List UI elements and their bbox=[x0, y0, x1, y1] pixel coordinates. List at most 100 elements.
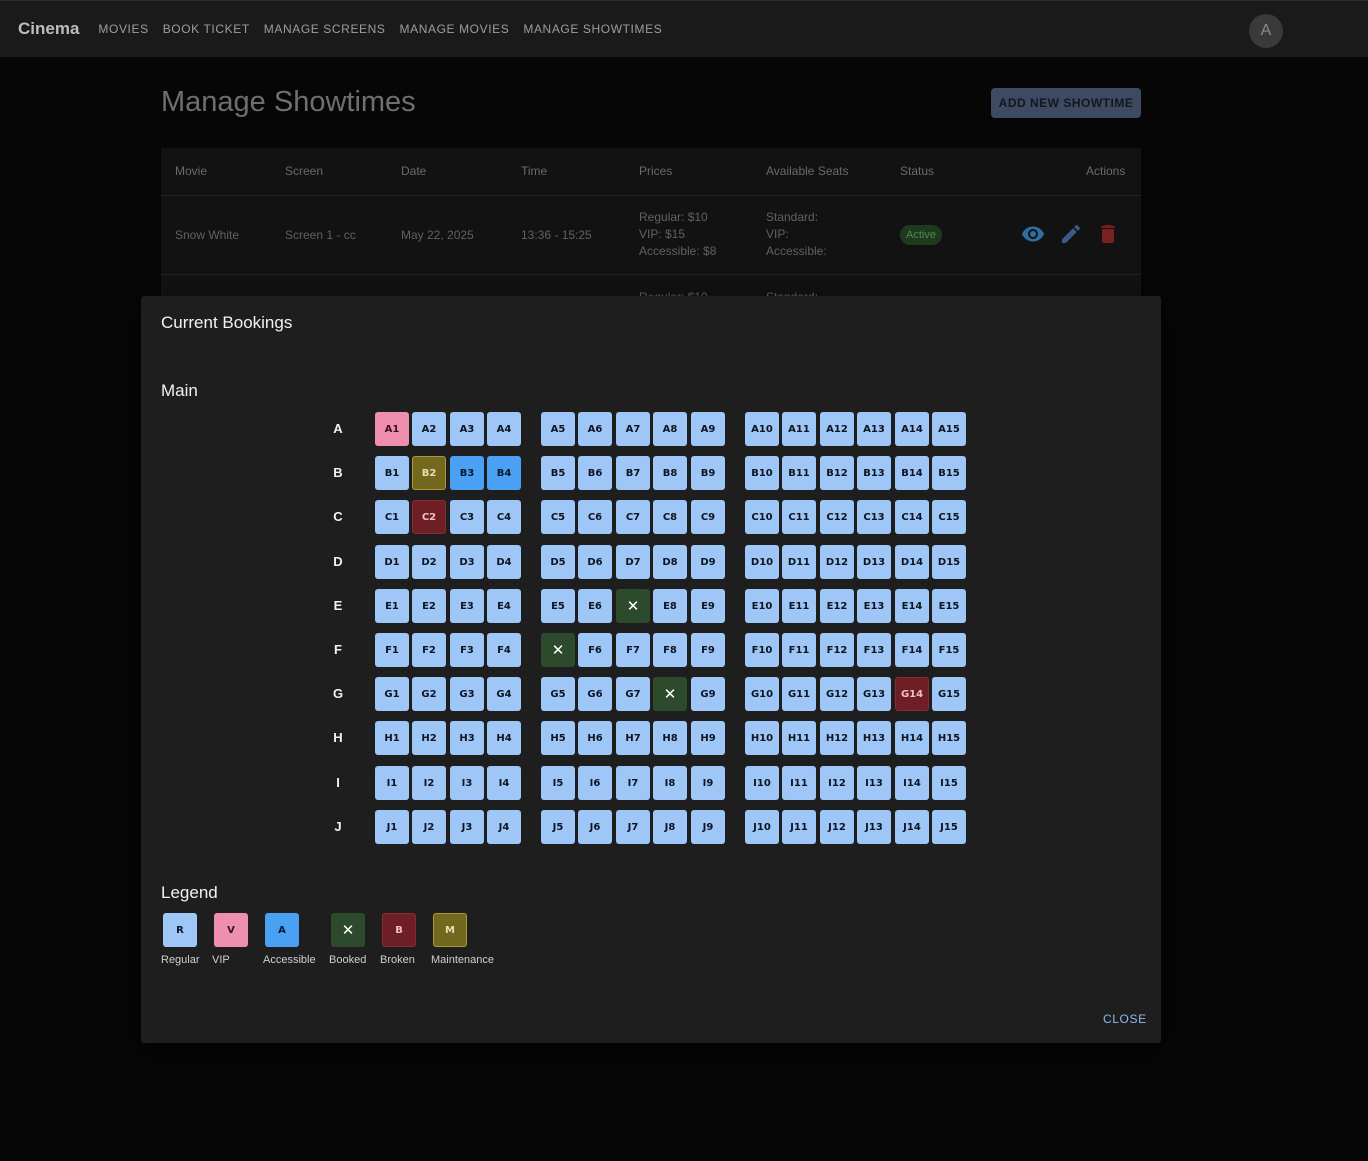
seat-j14[interactable]: J14 bbox=[895, 810, 929, 844]
seat-j6[interactable]: J6 bbox=[578, 810, 612, 844]
nav-book-ticket[interactable]: BOOK TICKET bbox=[156, 22, 257, 36]
nav-movies[interactable]: MOVIES bbox=[91, 22, 155, 36]
seat-j7[interactable]: J7 bbox=[616, 810, 650, 844]
seat-d11[interactable]: D11 bbox=[782, 545, 816, 579]
seat-c9[interactable]: C9 bbox=[691, 500, 725, 534]
seat-c7[interactable]: C7 bbox=[616, 500, 650, 534]
seat-g12[interactable]: G12 bbox=[820, 677, 854, 711]
seat-i3[interactable]: I3 bbox=[450, 766, 484, 800]
seat-h9[interactable]: H9 bbox=[691, 721, 725, 755]
seat-h10[interactable]: H10 bbox=[745, 721, 779, 755]
seat-e14[interactable]: E14 bbox=[895, 589, 929, 623]
seat-f12[interactable]: F12 bbox=[820, 633, 854, 667]
seat-c5[interactable]: C5 bbox=[541, 500, 575, 534]
seat-f10[interactable]: F10 bbox=[745, 633, 779, 667]
seat-h5[interactable]: H5 bbox=[541, 721, 575, 755]
seat-c2[interactable]: C2 bbox=[412, 500, 446, 534]
seat-f9[interactable]: F9 bbox=[691, 633, 725, 667]
seat-c13[interactable]: C13 bbox=[857, 500, 891, 534]
seat-e4[interactable]: E4 bbox=[487, 589, 521, 623]
seat-f7[interactable]: F7 bbox=[616, 633, 650, 667]
seat-b6[interactable]: B6 bbox=[578, 456, 612, 490]
seat-a2[interactable]: A2 bbox=[412, 412, 446, 446]
seat-d8[interactable]: D8 bbox=[653, 545, 687, 579]
seat-g11[interactable]: G11 bbox=[782, 677, 816, 711]
seat-j8[interactable]: J8 bbox=[653, 810, 687, 844]
seat-j11[interactable]: J11 bbox=[782, 810, 816, 844]
seat-e5[interactable]: E5 bbox=[541, 589, 575, 623]
seat-b5[interactable]: B5 bbox=[541, 456, 575, 490]
seat-c3[interactable]: C3 bbox=[450, 500, 484, 534]
seat-e15[interactable]: E15 bbox=[932, 589, 966, 623]
seat-a11[interactable]: A11 bbox=[782, 412, 816, 446]
delete-icon[interactable] bbox=[1096, 222, 1120, 246]
seat-h4[interactable]: H4 bbox=[487, 721, 521, 755]
seat-h13[interactable]: H13 bbox=[857, 721, 891, 755]
seat-b9[interactable]: B9 bbox=[691, 456, 725, 490]
edit-icon[interactable] bbox=[1059, 222, 1083, 246]
seat-h2[interactable]: H2 bbox=[412, 721, 446, 755]
seat-f11[interactable]: F11 bbox=[782, 633, 816, 667]
seat-a14[interactable]: A14 bbox=[895, 412, 929, 446]
seat-j12[interactable]: J12 bbox=[820, 810, 854, 844]
seat-g14[interactable]: G14 bbox=[895, 677, 929, 711]
seat-f4[interactable]: F4 bbox=[487, 633, 521, 667]
seat-h14[interactable]: H14 bbox=[895, 721, 929, 755]
seat-a7[interactable]: A7 bbox=[616, 412, 650, 446]
nav-manage-screens[interactable]: MANAGE SCREENS bbox=[257, 22, 393, 36]
seat-i11[interactable]: I11 bbox=[782, 766, 816, 800]
avatar[interactable]: A bbox=[1249, 14, 1283, 48]
seat-f3[interactable]: F3 bbox=[450, 633, 484, 667]
seat-d13[interactable]: D13 bbox=[857, 545, 891, 579]
seat-i7[interactable]: I7 bbox=[616, 766, 650, 800]
seat-f15[interactable]: F15 bbox=[932, 633, 966, 667]
seat-e12[interactable]: E12 bbox=[820, 589, 854, 623]
seat-i10[interactable]: I10 bbox=[745, 766, 779, 800]
seat-j5[interactable]: J5 bbox=[541, 810, 575, 844]
seat-b2[interactable]: B2 bbox=[412, 456, 446, 490]
seat-h7[interactable]: H7 bbox=[616, 721, 650, 755]
seat-d14[interactable]: D14 bbox=[895, 545, 929, 579]
seat-g3[interactable]: G3 bbox=[450, 677, 484, 711]
seat-a10[interactable]: A10 bbox=[745, 412, 779, 446]
seat-e10[interactable]: E10 bbox=[745, 589, 779, 623]
seat-i15[interactable]: I15 bbox=[932, 766, 966, 800]
seat-g10[interactable]: G10 bbox=[745, 677, 779, 711]
nav-manage-movies[interactable]: MANAGE MOVIES bbox=[393, 22, 517, 36]
seat-e6[interactable]: E6 bbox=[578, 589, 612, 623]
seat-g4[interactable]: G4 bbox=[487, 677, 521, 711]
seat-g5[interactable]: G5 bbox=[541, 677, 575, 711]
seat-e7[interactable]: ✕ bbox=[616, 589, 650, 623]
seat-f6[interactable]: F6 bbox=[578, 633, 612, 667]
seat-f8[interactable]: F8 bbox=[653, 633, 687, 667]
seat-d7[interactable]: D7 bbox=[616, 545, 650, 579]
seat-i12[interactable]: I12 bbox=[820, 766, 854, 800]
seat-g13[interactable]: G13 bbox=[857, 677, 891, 711]
seat-h11[interactable]: H11 bbox=[782, 721, 816, 755]
seat-i14[interactable]: I14 bbox=[895, 766, 929, 800]
seat-a6[interactable]: A6 bbox=[578, 412, 612, 446]
seat-c1[interactable]: C1 bbox=[375, 500, 409, 534]
seat-b4[interactable]: B4 bbox=[487, 456, 521, 490]
seat-a13[interactable]: A13 bbox=[857, 412, 891, 446]
seat-c14[interactable]: C14 bbox=[895, 500, 929, 534]
seat-h1[interactable]: H1 bbox=[375, 721, 409, 755]
seat-c4[interactable]: C4 bbox=[487, 500, 521, 534]
seat-b11[interactable]: B11 bbox=[782, 456, 816, 490]
seat-d3[interactable]: D3 bbox=[450, 545, 484, 579]
seat-c15[interactable]: C15 bbox=[932, 500, 966, 534]
seat-a3[interactable]: A3 bbox=[450, 412, 484, 446]
seat-j3[interactable]: J3 bbox=[450, 810, 484, 844]
seat-d15[interactable]: D15 bbox=[932, 545, 966, 579]
seat-f14[interactable]: F14 bbox=[895, 633, 929, 667]
seat-j1[interactable]: J1 bbox=[375, 810, 409, 844]
seat-b7[interactable]: B7 bbox=[616, 456, 650, 490]
seat-i9[interactable]: I9 bbox=[691, 766, 725, 800]
seat-e3[interactable]: E3 bbox=[450, 589, 484, 623]
seat-g6[interactable]: G6 bbox=[578, 677, 612, 711]
seat-j4[interactable]: J4 bbox=[487, 810, 521, 844]
seat-b12[interactable]: B12 bbox=[820, 456, 854, 490]
seat-c6[interactable]: C6 bbox=[578, 500, 612, 534]
seat-f5[interactable]: ✕ bbox=[541, 633, 575, 667]
seat-j13[interactable]: J13 bbox=[857, 810, 891, 844]
